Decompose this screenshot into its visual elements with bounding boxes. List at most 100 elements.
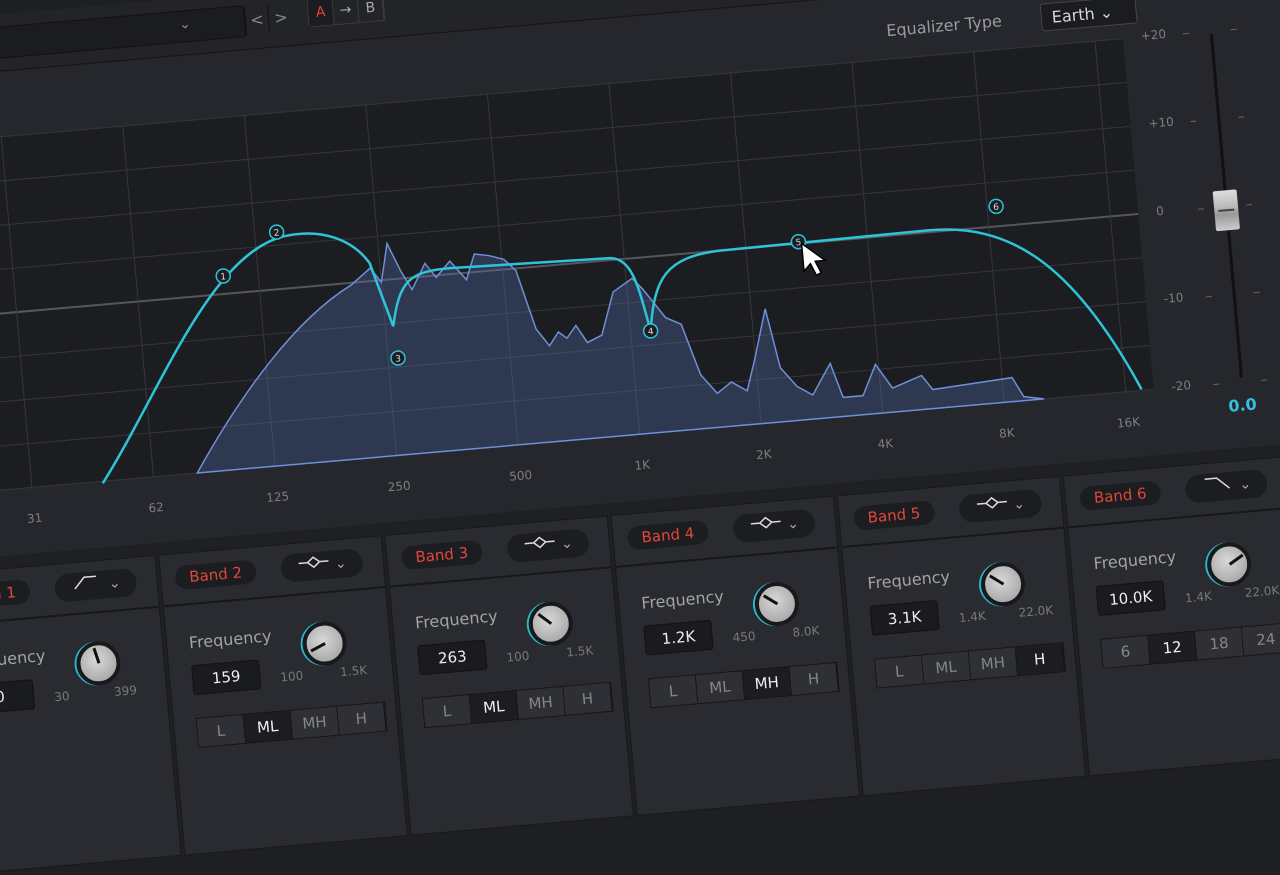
band-node-3[interactable]: 3	[390, 350, 406, 366]
frequency-knob[interactable]	[753, 580, 801, 628]
band-2-option-H[interactable]: H	[337, 702, 387, 735]
frequency-input[interactable]: 0	[0, 679, 36, 715]
frequency-scale-label: 8K	[998, 425, 1016, 441]
band-header: Band 2 ⌄	[159, 536, 386, 608]
frequency-scale-label: 2K	[755, 446, 773, 463]
frequency-label: Frequency	[188, 626, 273, 653]
frequency-knob[interactable]	[526, 599, 575, 648]
bell-filter-icon	[749, 516, 784, 536]
filter-type-dropdown[interactable]: ⌄	[53, 567, 138, 603]
band-node-label: 1	[220, 272, 227, 282]
band-header: Band 4 ⌄	[611, 496, 838, 568]
frequency-scale-label: 4K	[877, 436, 894, 452]
band-5-option-H[interactable]: H	[1015, 643, 1065, 676]
frequency-scale-label: 31	[26, 510, 43, 526]
output-gain-value: 0.0	[1227, 394, 1258, 416]
band-4-option-MH[interactable]: MH	[742, 667, 792, 700]
frequency-max-label: 22.0K	[1244, 583, 1280, 601]
frequency-scale-label: 250	[387, 478, 412, 495]
frequency-knob[interactable]	[979, 560, 1027, 609]
frequency-min-label: 100	[505, 648, 530, 665]
frequency-min-label: 1.4K	[1184, 589, 1213, 606]
band-6-option-12[interactable]: 12	[1148, 631, 1198, 664]
band-enable-toggle[interactable]: Band 6	[1078, 480, 1162, 512]
frequency-input[interactable]: 3.1K	[869, 599, 940, 636]
band-3-option-ML[interactable]: ML	[469, 690, 519, 723]
frequency-input[interactable]: 10.0K	[1095, 580, 1166, 617]
band-options: L ML MH H	[647, 661, 840, 709]
frequency-scale-label: 16K	[1116, 414, 1141, 431]
band-panel-3: Band 3 ⌄ Frequency 263 100 1.5K L ML MH H	[384, 515, 634, 836]
frequency-knob[interactable]	[74, 639, 123, 688]
band-enable-toggle[interactable]: Band 2	[174, 559, 257, 591]
frequency-input[interactable]: 1.2K	[643, 619, 714, 656]
band-6-option-6[interactable]: 6	[1101, 635, 1151, 668]
mouse-cursor-icon	[800, 241, 828, 277]
band-header: Band 1 ⌄	[0, 556, 159, 628]
band-4-option-H[interactable]: H	[789, 663, 839, 695]
filter-type-dropdown[interactable]: ⌄	[958, 488, 1043, 524]
band-enable-toggle[interactable]: Band 5	[852, 499, 936, 531]
band-6-option-18[interactable]: 18	[1194, 627, 1245, 660]
band-5-option-L[interactable]: L	[875, 655, 925, 688]
band-3-option-H[interactable]: H	[563, 682, 613, 715]
db-scale-label: 0	[1155, 203, 1165, 219]
band-6-option-24[interactable]: 24	[1241, 623, 1280, 656]
filter-type-dropdown[interactable]: ⌄	[279, 547, 364, 583]
band-4-option-L[interactable]: L	[648, 675, 699, 708]
frequency-label: Frequency	[866, 566, 951, 593]
filter-type-dropdown[interactable]: ⌄	[732, 508, 817, 544]
db-scale-label: -20	[1170, 378, 1192, 394]
band-panel-1: Band 1 ⌄ Frequency 0 30 399	[0, 554, 182, 875]
band-enable-toggle[interactable]: Band 4	[626, 519, 710, 551]
band-2-option-ML[interactable]: ML	[243, 710, 293, 743]
band-node-label: 2	[273, 228, 280, 238]
chevron-down-icon: ⌄	[108, 575, 122, 593]
frequency-min-label: 100	[279, 668, 304, 685]
band-5-option-MH[interactable]: MH	[968, 647, 1019, 680]
band-enable-toggle[interactable]: Band 1	[0, 579, 31, 611]
band-node-6[interactable]: 6	[988, 198, 1004, 215]
frequency-max-label: 1.5K	[339, 662, 368, 680]
output-fader-handle[interactable]	[1212, 189, 1241, 232]
band-4-option-ML[interactable]: ML	[695, 671, 746, 704]
band-5-option-ML[interactable]: ML	[921, 651, 972, 684]
frequency-scale-label: 500	[508, 467, 533, 484]
db-scale-label: -10	[1163, 290, 1184, 307]
band-2-option-MH[interactable]: MH	[290, 706, 340, 739]
band-header: Band 6 ⌄	[1063, 457, 1280, 529]
filter-type-dropdown[interactable]: ⌄	[505, 528, 591, 564]
band-options: L ML MH H	[195, 701, 388, 748]
frequency-knob[interactable]	[300, 619, 349, 668]
chevron-down-icon: ⌄	[1012, 495, 1026, 513]
frequency-max-label: 1.5K	[565, 643, 594, 660]
frequency-input[interactable]: 159	[191, 659, 262, 696]
band-options: 6 12 18 24	[1100, 622, 1280, 669]
equalizer-window: ⌄ < > A → B Equalizer Type Earth ⌄ izer …	[0, 0, 1280, 875]
band-node-2[interactable]: 2	[268, 224, 285, 240]
band-enable-toggle[interactable]: Band 3	[400, 539, 484, 571]
band-node-label: 4	[647, 327, 654, 337]
frequency-scale-label: 1K	[633, 457, 651, 473]
lowpass-filter-icon	[1201, 477, 1236, 497]
frequency-knob[interactable]	[1205, 540, 1254, 589]
filter-type-dropdown[interactable]: ⌄	[1184, 468, 1269, 504]
frequency-min-label: 30	[53, 688, 71, 705]
frequency-label: Frequency	[414, 606, 499, 633]
band-panel-6: Band 6 ⌄ Frequency 10.0K 1.4K 22.0K 6 12 1…	[1062, 456, 1280, 777]
frequency-label: Frequency	[640, 586, 725, 613]
frequency-input[interactable]: 263	[417, 639, 488, 676]
band-panel-5: Band 5 ⌄ Frequency 3.1K 1.4K 22.0K L ML MH…	[836, 475, 1087, 797]
chevron-down-icon: ⌄	[1238, 476, 1252, 494]
band-node-1[interactable]: 1	[215, 268, 231, 284]
band-node-4[interactable]: 4	[642, 323, 659, 339]
frequency-min-label: 1.4K	[958, 608, 987, 626]
band-header: Band 3 ⌄	[385, 516, 612, 588]
band-3-option-L[interactable]: L	[422, 695, 473, 728]
chevron-down-icon: ⌄	[334, 555, 348, 573]
band-node-label: 3	[395, 354, 402, 364]
band-header: Band 5 ⌄	[837, 476, 1064, 549]
frequency-scale-label: 62	[147, 500, 165, 516]
band-3-option-MH[interactable]: MH	[516, 686, 566, 719]
frequency-scale-label: 125	[265, 489, 290, 506]
